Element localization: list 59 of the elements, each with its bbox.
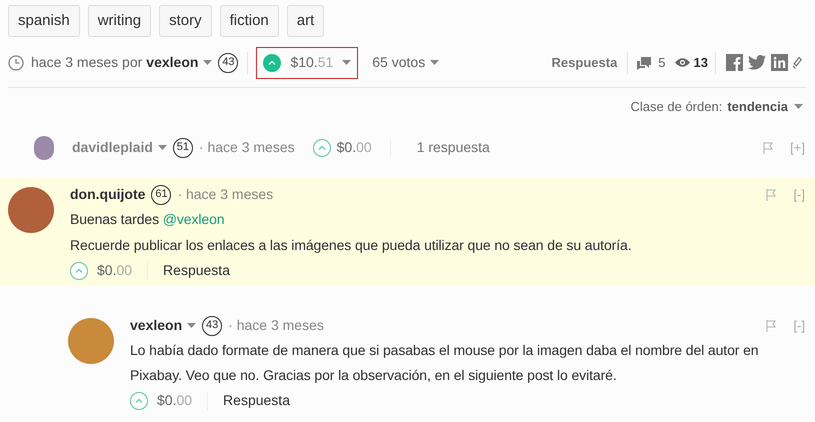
reputation-badge: 61 xyxy=(151,184,172,204)
comment-text: Lo había dado formate de manera que si pasabas el mouse por la imagen daba el nombre del autor en Pixabay. Veo que no. Gracias por la observación, en el siguiente post lo evitaré. xyxy=(130,340,760,385)
upvote-button[interactable] xyxy=(130,392,148,410)
upvote-button[interactable] xyxy=(70,262,88,280)
upvote-button[interactable] xyxy=(312,138,331,156)
tag-link[interactable]: writing xyxy=(88,5,152,37)
payout-amount: $10.51 xyxy=(290,53,334,72)
flag-icon xyxy=(763,142,774,154)
tag-link[interactable]: fiction xyxy=(220,5,279,37)
payout-amount[interactable]: $0.00 xyxy=(97,260,132,281)
payout-amount[interactable]: $0.00 xyxy=(157,390,192,411)
payout-box[interactable]: $10.51 xyxy=(256,46,358,78)
reply-link[interactable]: Respuesta xyxy=(223,390,290,411)
caret-icon xyxy=(794,104,803,110)
facebook-icon xyxy=(726,54,743,71)
chevron-up-icon xyxy=(268,60,276,65)
chevron-up-icon xyxy=(318,145,326,150)
twitter-icon xyxy=(748,55,766,70)
avatar xyxy=(34,136,54,160)
comment-time: · hace 3 meses xyxy=(228,316,324,335)
avatar xyxy=(68,318,114,364)
flag-icon xyxy=(766,320,778,332)
reply-link[interactable]: Respuesta xyxy=(163,260,230,281)
comment-author[interactable]: vexleon xyxy=(130,315,196,336)
author-link[interactable]: vexleon xyxy=(146,52,212,73)
comment-time: · hace 3 meses xyxy=(198,138,295,157)
views-count: 13 xyxy=(694,54,708,72)
sort-dropdown[interactable]: tendencia xyxy=(727,97,803,116)
caret-icon xyxy=(342,60,352,65)
avatar xyxy=(8,186,54,232)
comments-count: 5 xyxy=(658,54,666,72)
linkedin-icon xyxy=(771,54,788,71)
caret-icon xyxy=(203,60,212,65)
caret-icon xyxy=(430,60,440,65)
tag-link[interactable]: art xyxy=(286,5,324,37)
caret-icon xyxy=(158,145,167,150)
replies-count: 1 respuesta xyxy=(416,138,490,157)
post-time: hace 3 meses por xyxy=(31,53,142,72)
tag-link[interactable]: spanish xyxy=(8,5,80,37)
comment-text: Recuerde publicar los enlaces a las imágenes que pueda utilizar que no sean de su autoría. xyxy=(70,236,632,255)
eye-icon xyxy=(674,57,691,68)
comments-icon xyxy=(636,56,652,70)
flag-icon xyxy=(766,188,778,200)
chevron-up-icon xyxy=(135,398,143,403)
comment-text: Buenas tardes @vexleon xyxy=(70,210,226,228)
comment-time: · hace 3 meses xyxy=(177,185,274,204)
caret-icon xyxy=(187,323,196,328)
reply-link[interactable]: Respuesta xyxy=(552,52,618,72)
tag-link[interactable]: story xyxy=(159,5,212,37)
payout-amount[interactable]: $0.00 xyxy=(336,137,372,158)
reputation-badge: 43 xyxy=(218,52,238,72)
comment-author[interactable]: don.quijote xyxy=(70,184,146,205)
votes-link[interactable]: 65 votos xyxy=(372,52,440,73)
reputation-badge: 43 xyxy=(202,316,222,336)
upvote-button[interactable] xyxy=(263,54,282,72)
sort-label: Clase de órden: xyxy=(630,98,722,116)
chevron-up-icon xyxy=(75,268,83,273)
reputation-badge: 51 xyxy=(172,138,193,158)
clock-icon xyxy=(8,54,24,70)
